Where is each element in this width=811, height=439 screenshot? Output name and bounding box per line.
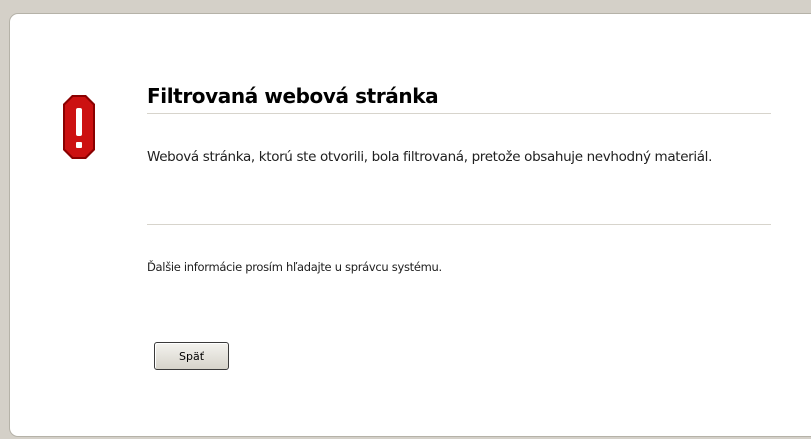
admin-info-text: Ďalšie informácie prosím hľadajte u sprá… xyxy=(147,260,442,274)
page-title: Filtrovaná webová stránka xyxy=(147,84,439,108)
filter-message: Webová stránka, ktorú ste otvorili, bola… xyxy=(147,149,713,165)
divider xyxy=(147,224,771,225)
back-button[interactable]: Späť xyxy=(154,342,229,370)
divider xyxy=(147,113,771,114)
stop-warning-icon xyxy=(63,95,95,159)
blocked-page-panel xyxy=(9,13,811,437)
